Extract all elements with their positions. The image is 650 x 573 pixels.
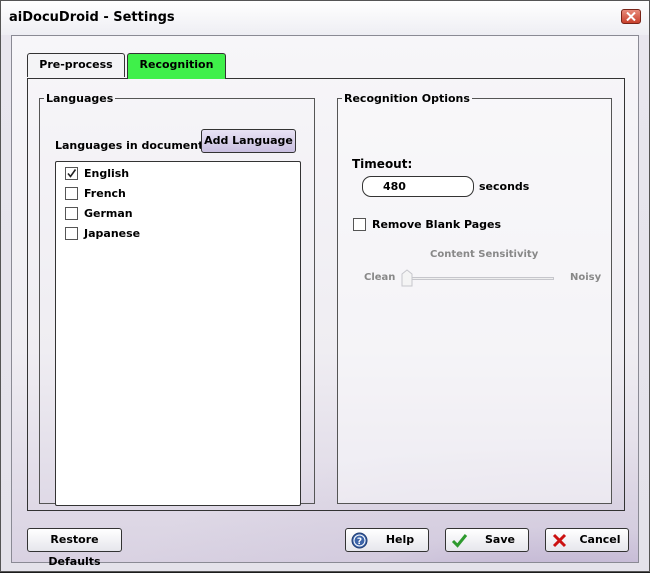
window-title: aiDocuDroid - Settings (9, 10, 175, 25)
cancel-button[interactable]: Cancel (545, 528, 629, 552)
language-label: English (84, 167, 130, 180)
languages-group: Languages Languages in document: Add Lan… (39, 92, 315, 506)
languages-group-title: Languages (46, 92, 114, 105)
tab-pre-process[interactable]: Pre-process (27, 53, 125, 77)
save-button[interactable]: Save (445, 528, 529, 552)
language-label: Japanese (84, 227, 141, 240)
checkmark-icon (67, 169, 77, 178)
save-button-label: Save (485, 533, 515, 546)
recognition-options-group: Recognition Options Timeout: 480 seconds… (337, 92, 612, 504)
close-icon (626, 12, 636, 21)
title-bar[interactable]: aiDocuDroid - Settings (1, 1, 649, 35)
dialog-body: Pre-process Recognition Languages Langua… (11, 35, 639, 568)
languages-in-document-label: Languages in document: (55, 139, 208, 152)
remove-blank-pages-checkbox[interactable] (353, 218, 366, 231)
help-icon: ? (351, 532, 368, 549)
checkmark-icon (451, 534, 468, 548)
x-icon (552, 533, 567, 548)
svg-text:?: ? (357, 537, 362, 547)
close-button[interactable] (621, 9, 641, 24)
tab-recognition[interactable]: Recognition (127, 53, 226, 79)
sensitivity-min-label: Clean (364, 272, 396, 283)
recognition-tab-panel: Languages Languages in document: Add Lan… (27, 78, 625, 511)
language-label: French (84, 187, 126, 200)
french-checkbox[interactable] (65, 187, 78, 200)
japanese-checkbox[interactable] (65, 227, 78, 240)
restore-defaults-button[interactable]: Restore Defaults (27, 528, 122, 568)
sensitivity-slider-track[interactable] (402, 277, 554, 280)
timeout-input[interactable]: 480 (362, 176, 474, 197)
sensitivity-max-label: Noisy (570, 272, 602, 283)
german-checkbox[interactable] (65, 207, 78, 220)
add-language-button[interactable]: Add Language (201, 129, 296, 153)
language-list[interactable]: English French German Japanese (55, 161, 301, 506)
help-button-label: Help (385, 533, 415, 546)
settings-window: aiDocuDroid - Settings Pre-process Recog… (0, 0, 650, 572)
recognition-options-title: Recognition Options (344, 92, 470, 105)
timeout-label: Timeout: (352, 157, 413, 171)
timeout-unit-label: seconds (479, 180, 530, 193)
sensitivity-slider-thumb[interactable] (401, 269, 413, 287)
content-sensitivity-label: Content Sensitivity (430, 249, 539, 260)
remove-blank-pages-label: Remove Blank Pages (372, 218, 502, 231)
english-checkbox[interactable] (65, 167, 78, 180)
help-button[interactable]: ? Help (345, 528, 429, 552)
cancel-button-label: Cancel (579, 533, 621, 546)
language-label: German (84, 207, 133, 220)
